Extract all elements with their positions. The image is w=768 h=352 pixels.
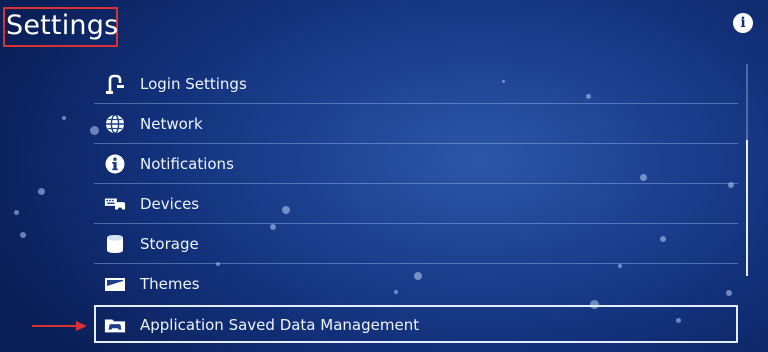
menu-item-network[interactable]: Network: [94, 104, 738, 144]
page-title: Settings: [6, 10, 119, 41]
background-particle: [20, 232, 26, 238]
menu-item-label: Storage: [140, 235, 199, 253]
background-particle: [62, 116, 66, 120]
menu-item-label: Devices: [140, 195, 200, 213]
menu-item-application-saved-data-management[interactable]: Application Saved Data Management: [94, 305, 738, 343]
menu-item-notifications[interactable]: Notifications: [94, 144, 738, 184]
login-icon: [104, 73, 126, 95]
folder-controller-icon: [104, 314, 126, 336]
menu-item-label: Notifications: [140, 155, 234, 173]
menu-item-label: Themes: [140, 275, 200, 293]
menu-item-label: Login Settings: [140, 75, 247, 93]
settings-menu: Login Settings Network Notifications Dev…: [94, 64, 738, 343]
themes-icon: [104, 273, 126, 295]
storage-icon: [104, 233, 126, 255]
menu-item-storage[interactable]: Storage: [94, 224, 738, 264]
info-icon[interactable]: i: [733, 13, 753, 33]
background-particle: [14, 210, 19, 215]
scrollbar-thumb[interactable]: [746, 140, 748, 276]
menu-item-devices[interactable]: Devices: [94, 184, 738, 224]
menu-item-label: Application Saved Data Management: [140, 316, 420, 334]
menu-item-label: Network: [140, 115, 203, 133]
background-particle: [38, 188, 45, 195]
menu-item-login-settings[interactable]: Login Settings: [94, 64, 738, 104]
globe-icon: [104, 113, 126, 135]
info-circle-icon: [104, 153, 126, 175]
menu-item-themes[interactable]: Themes: [94, 264, 738, 304]
devices-icon: [104, 193, 126, 215]
red-arrow-annotation: [32, 321, 87, 331]
settings-screen: Settings i Login Settings Network Notifi…: [0, 0, 768, 352]
